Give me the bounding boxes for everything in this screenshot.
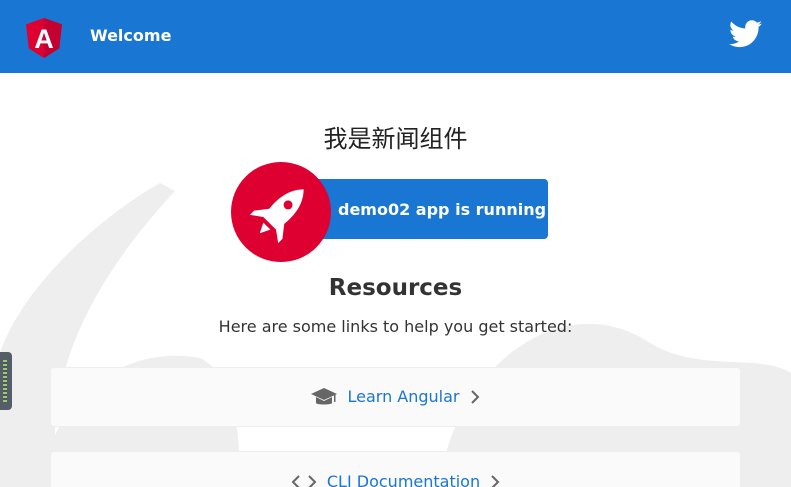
resources-subtitle: Here are some links to help you get star…: [218, 317, 573, 336]
cli-documentation-card-content: CLI Documentation: [51, 471, 740, 487]
side-panel-handle[interactable]: [0, 352, 12, 410]
toolbar-title: Welcome: [90, 26, 172, 45]
chevron-right-icon: [470, 390, 479, 404]
code-icon: [291, 475, 317, 487]
cli-documentation-card[interactable]: CLI Documentation: [50, 451, 741, 487]
graduation-cap-icon: [311, 388, 338, 405]
angular-logo-icon[interactable]: A: [26, 18, 62, 58]
learn-angular-card[interactable]: Learn Angular: [50, 367, 741, 427]
side-panel-meter: [3, 360, 7, 402]
chevron-right-icon: [491, 475, 500, 487]
toolbar: A Welcome: [0, 0, 791, 73]
app-running-text: demo02 app is running!: [338, 200, 554, 219]
resources-title: Resources: [328, 275, 463, 301]
page-heading: 我是新闻组件: [323, 125, 468, 153]
learn-angular-card-content: Learn Angular: [51, 386, 740, 408]
angular-logo-letter: A: [34, 24, 54, 54]
rocket-icon: [231, 162, 331, 262]
twitter-icon[interactable]: [729, 20, 762, 48]
cli-documentation-link[interactable]: CLI Documentation: [327, 471, 480, 487]
learn-angular-link[interactable]: Learn Angular: [347, 386, 459, 408]
